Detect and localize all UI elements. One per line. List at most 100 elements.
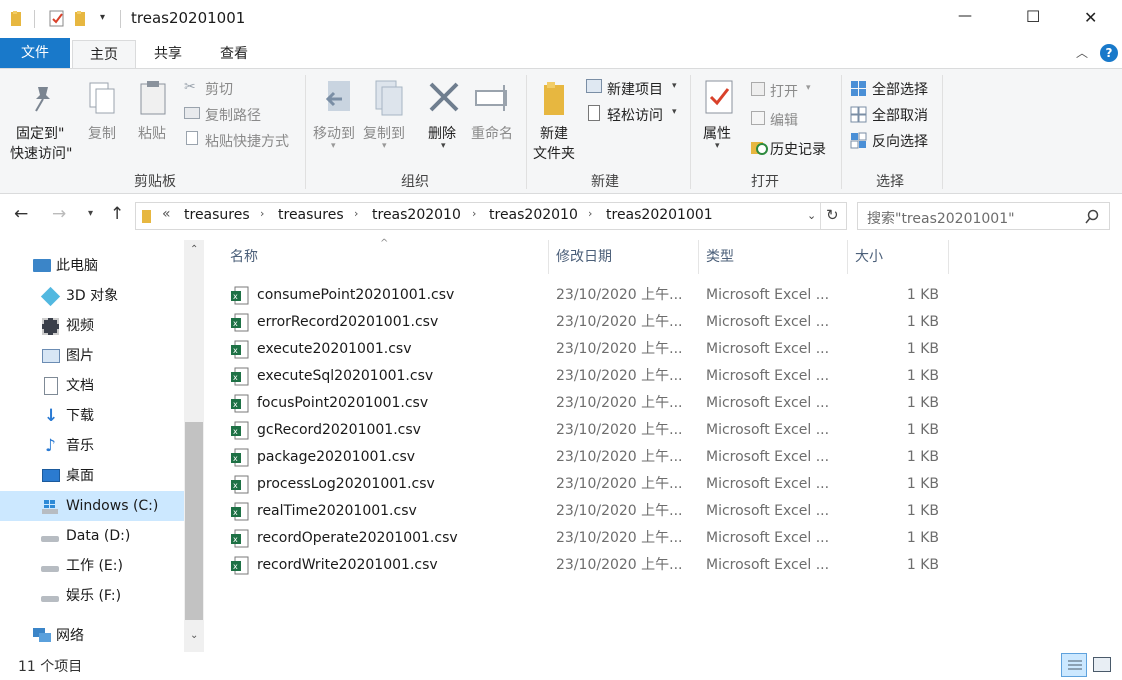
column-divider[interactable]	[948, 240, 949, 274]
column-divider[interactable]	[698, 240, 699, 274]
tab-home[interactable]: 主页	[72, 40, 136, 71]
details-view-button[interactable]	[1061, 653, 1087, 677]
easy-access-button[interactable]: 轻松访问	[607, 105, 663, 125]
sidebar-item-this-pc[interactable]: 此电脑	[0, 251, 184, 281]
navigation-bar: ← → ▾ ↑ « treasures › treasures › treas2…	[0, 194, 1122, 240]
close-button[interactable]: ✕	[1084, 8, 1097, 27]
minimize-button[interactable]: —	[958, 8, 972, 24]
sidebar-item-documents[interactable]: 文档	[0, 371, 184, 401]
new-folder-label-2[interactable]: 文件夹	[533, 143, 575, 163]
paste-shortcut-button[interactable]: 粘贴快捷方式	[205, 131, 289, 151]
sidebar-item-desktop[interactable]: 桌面	[0, 461, 184, 491]
breadcrumb-item[interactable]: treasures	[278, 207, 344, 223]
sidebar-item-network[interactable]: 网络	[0, 621, 184, 651]
back-arrow-icon[interactable]: ←	[14, 204, 28, 224]
sidebar-item-data-d[interactable]: Data (D:)	[0, 521, 184, 551]
new-folder-quick-icon[interactable]	[74, 10, 90, 28]
collapse-ribbon-icon[interactable]: ︿	[1076, 44, 1088, 61]
select-none-button[interactable]: 全部取消	[872, 105, 928, 125]
breadcrumb-overflow[interactable]: «	[162, 206, 171, 222]
edit-button[interactable]: 编辑	[770, 110, 798, 130]
copy-to-button[interactable]: 复制到	[363, 123, 405, 143]
scrollbar-thumb[interactable]	[185, 422, 203, 620]
svg-text:x: x	[233, 373, 238, 382]
address-input[interactable]: « treasures › treasures › treas202010 › …	[135, 202, 847, 230]
table-row[interactable]: x focusPoint20201001.csv 23/10/2020 上午..…	[204, 390, 1122, 417]
sidebar-item-downloads[interactable]: ↓ 下载	[0, 401, 184, 431]
column-header-size[interactable]: 大小	[855, 240, 883, 274]
scroll-down-icon[interactable]: ⌄	[190, 630, 198, 641]
refresh-icon[interactable]: ↻	[826, 206, 839, 224]
open-button[interactable]: 打开	[770, 81, 798, 101]
scroll-up-icon[interactable]: ⌃	[190, 244, 198, 255]
address-dropdown-icon[interactable]: ⌄	[807, 209, 816, 222]
column-header-date[interactable]: 修改日期	[556, 240, 612, 274]
breadcrumb-item[interactable]: treas202010	[489, 207, 578, 223]
copy-path-button[interactable]: 复制路径	[205, 105, 261, 125]
column-header-name[interactable]: 名称	[230, 240, 258, 274]
column-header-type[interactable]: 类型	[706, 240, 734, 274]
help-icon[interactable]: ?	[1100, 44, 1118, 62]
sidebar-item-entertainment-f[interactable]: 娱乐 (F:)	[0, 581, 184, 611]
tab-share[interactable]: 共享	[138, 40, 198, 68]
table-row[interactable]: x executeSql20201001.csv 23/10/2020 上午..…	[204, 363, 1122, 390]
chevron-right-icon[interactable]: ›	[354, 207, 358, 220]
paste-button[interactable]: 粘贴	[138, 123, 166, 143]
properties-button[interactable]: 属性	[703, 123, 731, 143]
breadcrumb-item[interactable]: treasures	[184, 207, 250, 223]
excel-file-icon: x	[231, 556, 249, 575]
table-row[interactable]: x processLog20201001.csv 23/10/2020 上午..…	[204, 471, 1122, 498]
move-to-button[interactable]: 移动到	[313, 123, 355, 143]
select-all-button[interactable]: 全部选择	[872, 79, 928, 99]
table-row[interactable]: x realTime20201001.csv 23/10/2020 上午... …	[204, 498, 1122, 525]
breadcrumb-item[interactable]: treas20201001	[606, 207, 713, 223]
table-row[interactable]: x package20201001.csv 23/10/2020 上午... M…	[204, 444, 1122, 471]
pin-quick-access-label-1[interactable]: 固定到"	[16, 123, 64, 143]
table-row[interactable]: x recordOperate20201001.csv 23/10/2020 上…	[204, 525, 1122, 552]
new-folder-label-1[interactable]: 新建	[540, 123, 568, 143]
column-divider[interactable]	[847, 240, 848, 274]
chevron-right-icon[interactable]: ›	[588, 207, 592, 220]
search-icon[interactable]	[1084, 209, 1100, 225]
invert-selection-button[interactable]: 反向选择	[872, 131, 928, 151]
sidebar-item-pictures[interactable]: 图片	[0, 341, 184, 371]
chevron-down-icon: ▾	[806, 83, 811, 93]
properties-quick-icon[interactable]	[48, 9, 66, 29]
large-icons-view-button[interactable]	[1093, 657, 1111, 672]
file-size: 1 KB	[906, 287, 939, 303]
forward-arrow-icon[interactable]: →	[52, 204, 66, 224]
search-input[interactable]: 搜索"treas20201001"	[867, 208, 1015, 228]
sidebar-item-music[interactable]: ♪ 音乐	[0, 431, 184, 461]
table-row[interactable]: x execute20201001.csv 23/10/2020 上午... M…	[204, 336, 1122, 363]
rename-button[interactable]: 重命名	[471, 123, 513, 143]
chevron-right-icon[interactable]: ›	[472, 207, 476, 220]
new-item-button[interactable]: 新建项目	[607, 79, 663, 99]
sidebar-scrollbar[interactable]: ⌃ ⌄	[184, 240, 204, 652]
file-type: Microsoft Excel ...	[706, 395, 830, 411]
breadcrumb-item[interactable]: treas202010	[372, 207, 461, 223]
copy-button[interactable]: 复制	[88, 123, 116, 143]
recent-locations-icon[interactable]: ▾	[88, 208, 93, 219]
table-row[interactable]: x gcRecord20201001.csv 23/10/2020 上午... …	[204, 417, 1122, 444]
tab-file[interactable]: 文件	[0, 38, 70, 68]
search-box[interactable]: 搜索"treas20201001"	[857, 202, 1110, 230]
maximize-button[interactable]: ☐	[1026, 7, 1040, 26]
table-row[interactable]: x errorRecord20201001.csv 23/10/2020 上午.…	[204, 309, 1122, 336]
pin-quick-access-label-2[interactable]: 快速访问"	[10, 143, 72, 163]
sidebar-item-3d-objects[interactable]: 3D 对象	[0, 281, 184, 311]
up-arrow-icon[interactable]: ↑	[110, 204, 124, 224]
history-button[interactable]: 历史记录	[770, 139, 826, 159]
delete-button[interactable]: 删除	[428, 123, 456, 143]
sidebar-item-windows-c[interactable]: Windows (C:)	[0, 491, 184, 521]
cut-button[interactable]: 剪切	[205, 79, 233, 99]
customize-toolbar-icon[interactable]: ▾	[100, 12, 105, 23]
sidebar-item-videos[interactable]: 视频	[0, 311, 184, 341]
file-type: Microsoft Excel ...	[706, 314, 830, 330]
file-size: 1 KB	[906, 449, 939, 465]
tab-view[interactable]: 查看	[204, 40, 264, 68]
table-row[interactable]: x recordWrite20201001.csv 23/10/2020 上午.…	[204, 552, 1122, 579]
chevron-right-icon[interactable]: ›	[260, 207, 264, 220]
column-divider[interactable]	[548, 240, 549, 274]
sidebar-item-work-e[interactable]: 工作 (E:)	[0, 551, 184, 581]
table-row[interactable]: x consumePoint20201001.csv 23/10/2020 上午…	[204, 282, 1122, 309]
